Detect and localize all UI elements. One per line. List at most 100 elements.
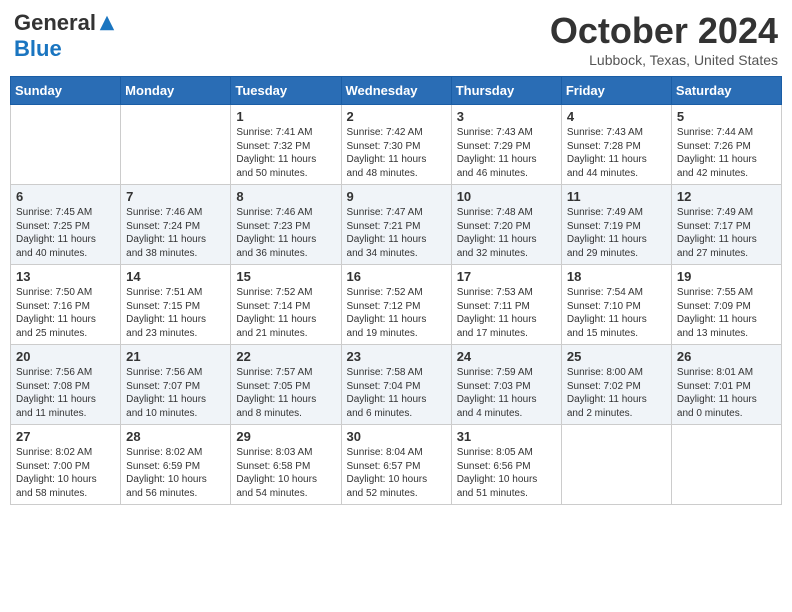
day-info: Sunrise: 7:52 AMSunset: 7:12 PMDaylight:…	[347, 286, 446, 340]
calendar-day-cell: 5 Sunrise: 7:44 AMSunset: 7:26 PMDaylight…	[671, 105, 781, 185]
day-number: 31	[457, 429, 556, 444]
calendar-day-cell: 20Sunrise: 7:56 AMSunset: 7:08 PMDayligh…	[11, 345, 121, 425]
day-info: Sunrise: 7:50 AMSunset: 7:16 PMDaylight:…	[16, 286, 115, 340]
day-number: 27	[16, 429, 115, 444]
calendar-week-row: 13 Sunrise: 7:50 AMSunset: 7:16 PMDayligh…	[11, 265, 782, 345]
calendar-day-cell: 21Sunrise: 7:56 AMSunset: 7:07 PMDayligh…	[121, 345, 231, 425]
day-number: 11	[567, 189, 666, 204]
calendar-day-cell	[671, 425, 781, 505]
page-header: General Blue October 2024 Lubbock, Texas…	[10, 10, 782, 68]
calendar-week-row: 1 Sunrise: 7:41 AMSunset: 7:32 PMDaylight…	[11, 105, 782, 185]
weekday-header-thursday: Thursday	[451, 77, 561, 105]
day-info: Sunrise: 8:01 AMSunset: 7:01 PMDaylight:…	[677, 366, 776, 420]
weekday-header-saturday: Saturday	[671, 77, 781, 105]
day-number: 23	[347, 349, 446, 364]
calendar-day-cell: 27 Sunrise: 8:02 AMSunset: 7:00 PMDayligh…	[11, 425, 121, 505]
day-info: Sunrise: 8:04 AMSunset: 6:57 PMDaylight:…	[347, 446, 446, 500]
day-info: Sunrise: 7:54 AMSunset: 7:10 PMDaylight:…	[567, 286, 666, 340]
day-info: Sunrise: 7:52 AMSunset: 7:14 PMDaylight:…	[236, 286, 335, 340]
month-title: October 2024	[550, 10, 778, 52]
day-info: Sunrise: 7:43 AMSunset: 7:28 PMDaylight:…	[567, 126, 666, 180]
day-info: Sunrise: 7:56 AMSunset: 7:07 PMDaylight:…	[126, 366, 225, 420]
day-info: Sunrise: 7:46 AMSunset: 7:23 PMDaylight:…	[236, 206, 335, 260]
day-info: Sunrise: 7:53 AMSunset: 7:11 PMDaylight:…	[457, 286, 556, 340]
calendar-day-cell: 29 Sunrise: 8:03 AMSunset: 6:58 PMDayligh…	[231, 425, 341, 505]
day-info: Sunrise: 8:02 AMSunset: 7:00 PMDaylight:…	[16, 446, 115, 500]
calendar-day-cell: 25Sunrise: 8:00 AMSunset: 7:02 PMDayligh…	[561, 345, 671, 425]
weekday-header-friday: Friday	[561, 77, 671, 105]
day-info: Sunrise: 7:45 AMSunset: 7:25 PMDaylight:…	[16, 206, 115, 260]
day-number: 17	[457, 269, 556, 284]
day-info: Sunrise: 8:03 AMSunset: 6:58 PMDaylight:…	[236, 446, 335, 500]
logo-general-text: General	[14, 10, 96, 36]
calendar-day-cell: 23 Sunrise: 7:58 AMSunset: 7:04 PMDayligh…	[341, 345, 451, 425]
calendar-day-cell: 7 Sunrise: 7:46 AMSunset: 7:24 PMDaylight…	[121, 185, 231, 265]
calendar-day-cell: 26 Sunrise: 8:01 AMSunset: 7:01 PMDayligh…	[671, 345, 781, 425]
day-number: 4	[567, 109, 666, 124]
calendar-day-cell: 4 Sunrise: 7:43 AMSunset: 7:28 PMDaylight…	[561, 105, 671, 185]
day-number: 7	[126, 189, 225, 204]
calendar-day-cell: 12 Sunrise: 7:49 AMSunset: 7:17 PMDayligh…	[671, 185, 781, 265]
day-number: 10	[457, 189, 556, 204]
calendar-day-cell: 3 Sunrise: 7:43 AMSunset: 7:29 PMDaylight…	[451, 105, 561, 185]
calendar-header-row: SundayMondayTuesdayWednesdayThursdayFrid…	[11, 77, 782, 105]
calendar-day-cell: 1 Sunrise: 7:41 AMSunset: 7:32 PMDaylight…	[231, 105, 341, 185]
calendar-week-row: 6 Sunrise: 7:45 AMSunset: 7:25 PMDaylight…	[11, 185, 782, 265]
day-info: Sunrise: 7:48 AMSunset: 7:20 PMDaylight:…	[457, 206, 556, 260]
day-number: 20	[16, 349, 115, 364]
calendar-day-cell: 9 Sunrise: 7:47 AMSunset: 7:21 PMDaylight…	[341, 185, 451, 265]
day-number: 12	[677, 189, 776, 204]
calendar-day-cell	[11, 105, 121, 185]
calendar-day-cell: 22 Sunrise: 7:57 AMSunset: 7:05 PMDayligh…	[231, 345, 341, 425]
day-info: Sunrise: 7:58 AMSunset: 7:04 PMDaylight:…	[347, 366, 446, 420]
day-number: 16	[347, 269, 446, 284]
location-text: Lubbock, Texas, United States	[550, 52, 778, 68]
day-info: Sunrise: 7:51 AMSunset: 7:15 PMDaylight:…	[126, 286, 225, 340]
day-info: Sunrise: 7:47 AMSunset: 7:21 PMDaylight:…	[347, 206, 446, 260]
day-number: 14	[126, 269, 225, 284]
calendar-week-row: 20Sunrise: 7:56 AMSunset: 7:08 PMDayligh…	[11, 345, 782, 425]
day-info: Sunrise: 7:55 AMSunset: 7:09 PMDaylight:…	[677, 286, 776, 340]
calendar-day-cell: 6 Sunrise: 7:45 AMSunset: 7:25 PMDaylight…	[11, 185, 121, 265]
calendar-week-row: 27 Sunrise: 8:02 AMSunset: 7:00 PMDayligh…	[11, 425, 782, 505]
weekday-header-tuesday: Tuesday	[231, 77, 341, 105]
day-number: 18	[567, 269, 666, 284]
calendar-day-cell: 18 Sunrise: 7:54 AMSunset: 7:10 PMDayligh…	[561, 265, 671, 345]
logo-blue-text: Blue	[14, 36, 62, 62]
day-number: 6	[16, 189, 115, 204]
day-number: 22	[236, 349, 335, 364]
calendar-day-cell: 14 Sunrise: 7:51 AMSunset: 7:15 PMDayligh…	[121, 265, 231, 345]
calendar-day-cell: 11 Sunrise: 7:49 AMSunset: 7:19 PMDayligh…	[561, 185, 671, 265]
day-number: 25	[567, 349, 666, 364]
title-block: October 2024 Lubbock, Texas, United Stat…	[550, 10, 778, 68]
calendar-day-cell: 13 Sunrise: 7:50 AMSunset: 7:16 PMDayligh…	[11, 265, 121, 345]
calendar-day-cell: 28Sunrise: 8:02 AMSunset: 6:59 PMDayligh…	[121, 425, 231, 505]
day-info: Sunrise: 8:05 AMSunset: 6:56 PMDaylight:…	[457, 446, 556, 500]
day-info: Sunrise: 7:44 AMSunset: 7:26 PMDaylight:…	[677, 126, 776, 180]
day-number: 13	[16, 269, 115, 284]
day-number: 19	[677, 269, 776, 284]
day-info: Sunrise: 7:41 AMSunset: 7:32 PMDaylight:…	[236, 126, 335, 180]
day-number: 5	[677, 109, 776, 124]
calendar-table: SundayMondayTuesdayWednesdayThursdayFrid…	[10, 76, 782, 505]
calendar-day-cell: 10 Sunrise: 7:48 AMSunset: 7:20 PMDayligh…	[451, 185, 561, 265]
day-number: 9	[347, 189, 446, 204]
day-info: Sunrise: 7:57 AMSunset: 7:05 PMDaylight:…	[236, 366, 335, 420]
day-number: 3	[457, 109, 556, 124]
day-number: 26	[677, 349, 776, 364]
calendar-day-cell: 2Sunrise: 7:42 AMSunset: 7:30 PMDaylight…	[341, 105, 451, 185]
day-number: 24	[457, 349, 556, 364]
weekday-header-sunday: Sunday	[11, 77, 121, 105]
day-info: Sunrise: 7:49 AMSunset: 7:19 PMDaylight:…	[567, 206, 666, 260]
calendar-day-cell	[561, 425, 671, 505]
day-info: Sunrise: 7:43 AMSunset: 7:29 PMDaylight:…	[457, 126, 556, 180]
day-number: 29	[236, 429, 335, 444]
day-number: 30	[347, 429, 446, 444]
logo: General Blue	[14, 10, 116, 62]
day-info: Sunrise: 7:49 AMSunset: 7:17 PMDaylight:…	[677, 206, 776, 260]
day-number: 1	[236, 109, 335, 124]
weekday-header-monday: Monday	[121, 77, 231, 105]
calendar-day-cell: 31 Sunrise: 8:05 AMSunset: 6:56 PMDayligh…	[451, 425, 561, 505]
day-info: Sunrise: 7:46 AMSunset: 7:24 PMDaylight:…	[126, 206, 225, 260]
calendar-day-cell: 8Sunrise: 7:46 AMSunset: 7:23 PMDaylight…	[231, 185, 341, 265]
